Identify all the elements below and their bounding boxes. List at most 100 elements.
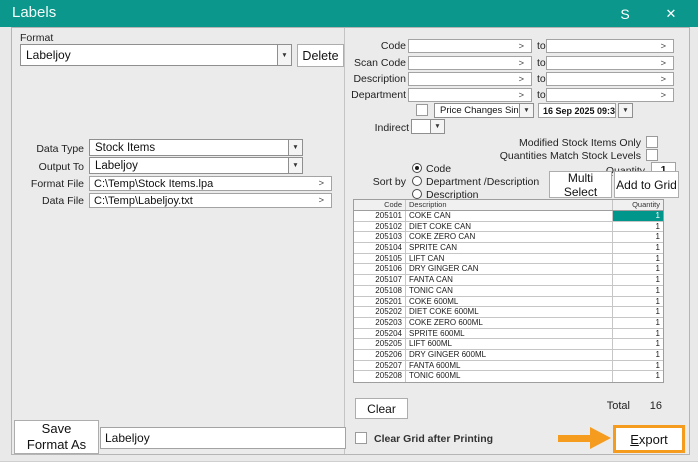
grid-cell-description: COKE ZERO 600ML [406,318,613,328]
grid-cell-quantity: 1 [613,361,663,371]
grid-cell-quantity: 1 [613,254,663,264]
chevron-right-icon[interactable]: > [318,195,331,206]
clear-grid-after-printing-checkbox[interactable] [355,432,367,444]
grid-row[interactable]: 205205LIFT 600ML1 [354,339,663,350]
export-highlight-arrow [558,435,591,442]
sort-radio-label-0: Code [426,163,451,175]
titlebar-s-button[interactable]: S [610,0,640,27]
option-checkbox-1[interactable] [646,149,658,161]
grid-header-quantity[interactable]: Quantity [613,200,663,210]
grid-header-code[interactable]: Code [354,200,406,210]
grid-cell-code: 205203 [354,318,406,328]
grid-cell-quantity: 1 [613,339,663,349]
chevron-right-icon[interactable]: > [518,41,531,52]
input-value: C:\Temp\Labeljoy.txt [90,195,318,207]
price-changes-checkbox[interactable] [416,104,428,116]
grid-row[interactable]: 205103COKE ZERO CAN1 [354,232,663,243]
data-type-combobox[interactable]: Stock Items▼ [89,139,303,156]
input-value: C:\Temp\Stock Items.lpa [90,178,318,190]
scan-code-to-input[interactable]: > [546,56,674,70]
chevron-down-icon[interactable]: ▼ [288,158,302,173]
range-to-label-0: to [537,40,546,52]
grid-row[interactable]: 205104SPRITE CAN1 [354,243,663,254]
data-file-input[interactable]: C:\Temp\Labeljoy.txt> [89,193,332,208]
grid-row[interactable]: 205206DRY GINGER 600ML1 [354,350,663,361]
format-file-input[interactable]: C:\Temp\Stock Items.lpa> [89,176,332,191]
grid-row[interactable]: 205201COKE 600ML1 [354,297,663,308]
add-to-grid-button[interactable]: Add to Grid [614,171,679,198]
close-icon[interactable]: ✕ [656,0,686,27]
grid-row[interactable]: 205107FANTA CAN1 [354,275,663,286]
sort-radio-label-1: Department /Description [426,176,539,188]
grid-header-description[interactable]: Description [406,200,613,210]
code-to-input[interactable]: > [546,39,674,53]
format-combobox[interactable]: Labeljoy ▼ [20,44,292,66]
combobox-value: Labeljoy [90,158,288,173]
chevron-down-icon[interactable]: ▼ [430,120,444,133]
price-changes-combobox[interactable]: Price Changes Since ▼ [434,103,534,118]
grid-cell-description: DIET COKE CAN [406,222,613,232]
description-from-input[interactable]: > [408,72,532,86]
grid-cell-code: 205107 [354,275,406,285]
grid-cell-code: 205106 [354,264,406,274]
grid-row[interactable]: 205108TONIC CAN1 [354,286,663,297]
grid-row[interactable]: 205204SPRITE 600ML1 [354,329,663,340]
grid-cell-description: FANTA CAN [406,275,613,285]
multi-select-button[interactable]: Multi Select [549,171,612,198]
chevron-down-icon[interactable]: ▼ [519,104,533,117]
chevron-right-icon[interactable]: > [518,58,531,69]
grid-cell-description: COKE 600ML [406,297,613,307]
price-changes-date-input[interactable]: 16 Sep 2025 09:39 [538,103,616,118]
option-checkbox-0[interactable] [646,136,658,148]
chevron-right-icon[interactable]: > [660,74,673,85]
save-format-name-input[interactable]: Labeljoy [100,427,346,449]
grid-cell-description: DIET COKE 600ML [406,307,613,317]
grid-header: CodeDescriptionQuantity [354,200,663,211]
grid-cell-code: 205205 [354,339,406,349]
code-from-input[interactable]: > [408,39,532,53]
sort-radio-2[interactable] [412,189,422,199]
output-to-combobox[interactable]: Labeljoy▼ [89,157,303,174]
chevron-right-icon[interactable]: > [318,178,331,189]
chevron-right-icon[interactable]: > [518,74,531,85]
price-changes-date-dropdown[interactable]: ▼ [618,103,633,118]
grid-cell-quantity: 1 [613,222,663,232]
chevron-down-icon[interactable]: ▼ [619,104,632,117]
grid-row[interactable]: 205101COKE CAN1 [354,211,663,222]
chevron-right-icon[interactable]: > [518,90,531,101]
chevron-right-icon[interactable]: > [660,90,673,101]
grid-row[interactable]: 205102DIET COKE CAN1 [354,222,663,233]
grid-cell-code: 205208 [354,371,406,382]
chevron-right-icon[interactable]: > [660,58,673,69]
save-format-as-button[interactable]: Save Format As [14,420,99,454]
grid-cell-quantity: 1 [613,350,663,360]
sort-radio-0[interactable] [412,163,422,173]
grid-row[interactable]: 205202DIET COKE 600ML1 [354,307,663,318]
export-button[interactable]: Export [616,428,682,450]
description-to-input[interactable]: > [546,72,674,86]
sort-by-label: Sort by [362,176,406,188]
indirect-combobox[interactable]: ▼ [411,119,445,134]
clear-button[interactable]: Clear [355,398,408,419]
grid-row[interactable]: 205106DRY GINGER CAN1 [354,264,663,275]
chevron-down-icon[interactable]: ▼ [277,45,291,65]
sort-radio-1[interactable] [412,176,422,186]
save-format-as-label: Save Format As [27,421,86,452]
grid-cell-quantity: 1 [613,243,663,253]
chevron-down-icon[interactable]: ▼ [288,140,302,155]
department-to-input[interactable]: > [546,88,674,102]
grid-cell-code: 205204 [354,329,406,339]
field-label-3: Data File [16,195,84,207]
grid-cell-description: TONIC 600ML [406,371,613,382]
scan-code-from-input[interactable]: > [408,56,532,70]
chevron-right-icon[interactable]: > [660,41,673,52]
grid-row[interactable]: 205208TONIC 600ML1 [354,371,663,382]
grid-row[interactable]: 205203COKE ZERO 600ML1 [354,318,663,329]
option-check-label-0: Modified Stock Items Only [442,137,641,149]
dialog-body: Format Labeljoy ▼ Delete Data TypeStock … [11,27,690,455]
grid-cell-quantity: 1 [613,211,663,221]
grid-row[interactable]: 205207FANTA 600ML1 [354,361,663,372]
grid-row[interactable]: 205105LIFT CAN1 [354,254,663,265]
department-from-input[interactable]: > [408,88,532,102]
clear-grid-after-printing-label: Clear Grid after Printing [374,433,493,445]
